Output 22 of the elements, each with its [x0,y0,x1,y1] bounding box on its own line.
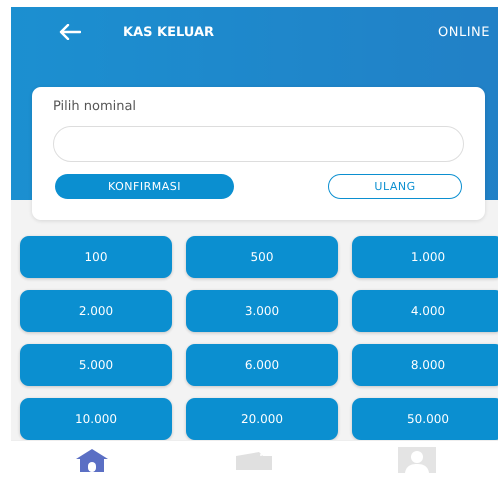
back-arrow-icon[interactable] [59,24,81,40]
wallet-icon[interactable] [235,450,274,470]
amount-button[interactable]: 6.000 [186,344,338,386]
home-icon[interactable] [74,448,110,472]
profile-icon[interactable] [398,446,436,472]
page-title: KAS KELUAR [123,24,214,40]
amount-button[interactable]: 4.000 [352,290,498,332]
amount-button[interactable]: 3.000 [186,290,338,332]
connection-status: ONLINE [438,24,490,40]
amount-button[interactable]: 500 [186,236,338,278]
amount-input-field[interactable] [53,126,464,162]
field-label: Pilih nominal [53,99,138,114]
amount-button[interactable]: 1.000 [352,236,498,278]
amount-button[interactable]: 2.000 [20,290,172,332]
amount-button[interactable]: 10.000 [20,398,172,440]
amount-button[interactable]: 20.000 [186,398,338,440]
reset-button[interactable]: ULANG [328,174,462,199]
confirm-button[interactable]: KONFIRMASI [55,174,234,199]
amount-button[interactable]: 100 [20,236,172,278]
amount-button[interactable]: 50.000 [352,398,498,440]
amount-button[interactable]: 5.000 [20,344,172,386]
amount-button[interactable]: 8.000 [352,344,498,386]
